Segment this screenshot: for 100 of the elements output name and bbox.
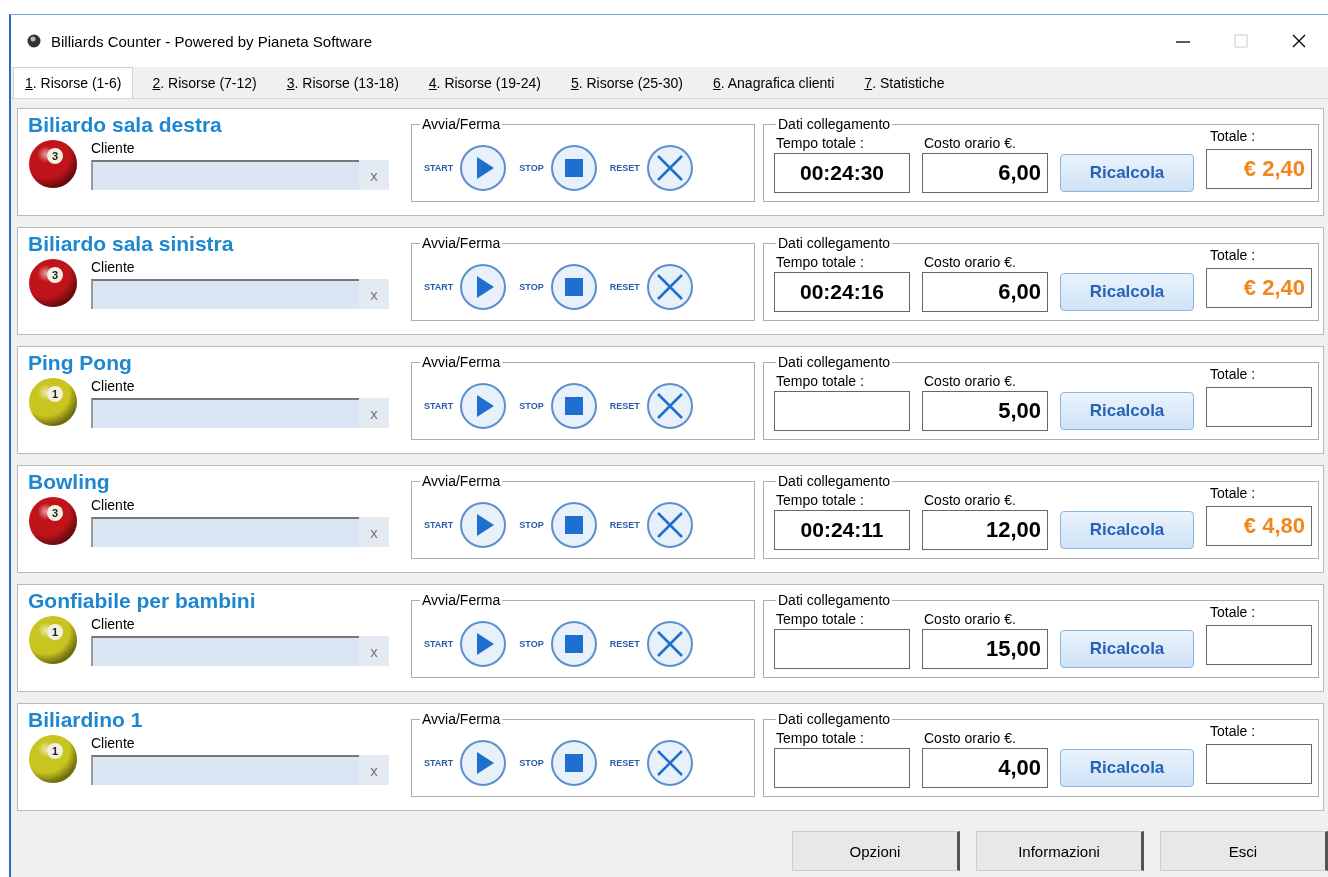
footer-button[interactable]: Informazioni	[976, 831, 1144, 871]
field-label: Costo orario €.	[923, 492, 1017, 510]
field-label: Tempo totale :	[775, 611, 865, 629]
tab[interactable]: 7. Statistiche	[853, 67, 956, 98]
field-label: Costo orario €.	[923, 730, 1017, 748]
field-label: Cliente	[91, 616, 136, 634]
start-label: START	[423, 519, 454, 530]
resource-name: Bowling	[28, 470, 111, 494]
cost-field[interactable]: 4,00	[922, 748, 1048, 788]
cost-field[interactable]: 6,00	[922, 272, 1048, 312]
field-label: Totale :	[1209, 485, 1257, 503]
client-field[interactable]	[91, 636, 359, 666]
start-label: START	[423, 162, 454, 173]
client-field[interactable]	[91, 517, 359, 547]
reset-button[interactable]	[645, 500, 694, 549]
recalculate-button[interactable]: Ricalcola	[1060, 749, 1194, 787]
field-label: Tempo totale :	[775, 492, 865, 510]
field-label: Tempo totale :	[775, 373, 865, 391]
footer-button[interactable]: Opzioni	[792, 831, 960, 871]
time-field: 00:24:11	[774, 510, 910, 550]
stop-label: STOP	[519, 281, 544, 292]
field-label: Totale :	[1209, 128, 1257, 146]
reset-label: RESET	[609, 638, 640, 649]
reset-button[interactable]	[645, 262, 694, 311]
clear-button[interactable]: x	[359, 279, 389, 309]
clear-button[interactable]: x	[359, 160, 389, 190]
clear-button[interactable]: x	[359, 398, 389, 428]
field-label: Totale :	[1209, 247, 1257, 265]
cost-field[interactable]: 15,00	[922, 629, 1048, 669]
recalculate-button[interactable]: Ricalcola	[1060, 273, 1194, 311]
close-icon[interactable]	[1291, 33, 1307, 49]
total-field: € 2,40	[1206, 149, 1312, 189]
footer-button[interactable]: Esci	[1160, 831, 1328, 871]
play-button[interactable]	[459, 500, 508, 549]
play-button[interactable]	[459, 619, 508, 668]
clear-button[interactable]: x	[359, 636, 389, 666]
tab[interactable]: 3. Risorse (13-18)	[275, 67, 410, 98]
field-label: Cliente	[91, 735, 136, 753]
stop-button[interactable]	[549, 143, 598, 192]
group-title: Dati collegamento	[777, 235, 892, 251]
tab[interactable]: 1. Risorse (1-6)	[13, 67, 134, 98]
cost-field[interactable]: 5,00	[922, 391, 1048, 431]
field-label: Tempo totale :	[775, 254, 865, 272]
resource-name: Gonfiabile per bambini	[28, 589, 257, 613]
stop-button[interactable]	[549, 500, 598, 549]
field-label: Cliente	[91, 378, 136, 396]
reset-label: RESET	[609, 162, 640, 173]
client-field[interactable]	[91, 160, 359, 190]
resource-name: Ping Pong	[28, 351, 133, 375]
field-label: Totale :	[1209, 366, 1257, 384]
window-title: Billiards Counter - Powered by Pianeta Software	[51, 32, 373, 50]
reset-button[interactable]	[645, 738, 694, 787]
recalculate-button[interactable]: Ricalcola	[1060, 630, 1194, 668]
reset-label: RESET	[609, 757, 640, 768]
time-field: 00:24:16	[774, 272, 910, 312]
field-label: Totale :	[1209, 723, 1257, 741]
tab[interactable]: 6. Anagrafica clienti	[701, 67, 846, 98]
reset-label: RESET	[609, 519, 640, 530]
play-button[interactable]	[459, 143, 508, 192]
field-label: Tempo totale :	[775, 730, 865, 748]
recalculate-button[interactable]: Ricalcola	[1060, 511, 1194, 549]
cost-field[interactable]: 12,00	[922, 510, 1048, 550]
stop-label: STOP	[519, 162, 544, 173]
clear-button[interactable]: x	[359, 517, 389, 547]
recalculate-button[interactable]: Ricalcola	[1060, 392, 1194, 430]
clear-button[interactable]: x	[359, 755, 389, 785]
start-label: START	[423, 638, 454, 649]
resource-name: Biliardo sala sinistra	[28, 232, 235, 256]
stop-label: STOP	[519, 400, 544, 411]
tab[interactable]: 5. Risorse (25-30)	[559, 67, 694, 98]
stop-button[interactable]	[549, 738, 598, 787]
cost-field[interactable]: 6,00	[922, 153, 1048, 193]
start-label: START	[423, 400, 454, 411]
play-button[interactable]	[459, 381, 508, 430]
play-button[interactable]	[459, 738, 508, 787]
group-title: Avvia/Ferma	[420, 592, 502, 608]
resource-name: Biliardo sala destra	[28, 113, 223, 137]
group-title: Avvia/Ferma	[420, 116, 502, 132]
stop-button[interactable]	[549, 381, 598, 430]
tab[interactable]: 4. Risorse (19-24)	[417, 67, 552, 98]
field-label: Costo orario €.	[923, 611, 1017, 629]
group-title: Avvia/Ferma	[420, 235, 502, 251]
group-title: Dati collegamento	[777, 354, 892, 370]
stop-button[interactable]	[549, 262, 598, 311]
reset-button[interactable]	[645, 619, 694, 668]
field-label: Costo orario €.	[923, 373, 1017, 391]
client-field[interactable]	[91, 279, 359, 309]
app-icon	[27, 34, 41, 48]
recalculate-button[interactable]: Ricalcola	[1060, 154, 1194, 192]
reset-button[interactable]	[645, 143, 694, 192]
client-field[interactable]	[91, 755, 359, 785]
reset-button[interactable]	[645, 381, 694, 430]
start-label: START	[423, 281, 454, 292]
stop-button[interactable]	[549, 619, 598, 668]
tab[interactable]: 2. Risorse (7-12)	[141, 67, 268, 98]
reset-label: RESET	[609, 400, 640, 411]
group-title: Avvia/Ferma	[420, 711, 502, 727]
field-label: Cliente	[91, 140, 136, 158]
play-button[interactable]	[459, 262, 508, 311]
client-field[interactable]	[91, 398, 359, 428]
